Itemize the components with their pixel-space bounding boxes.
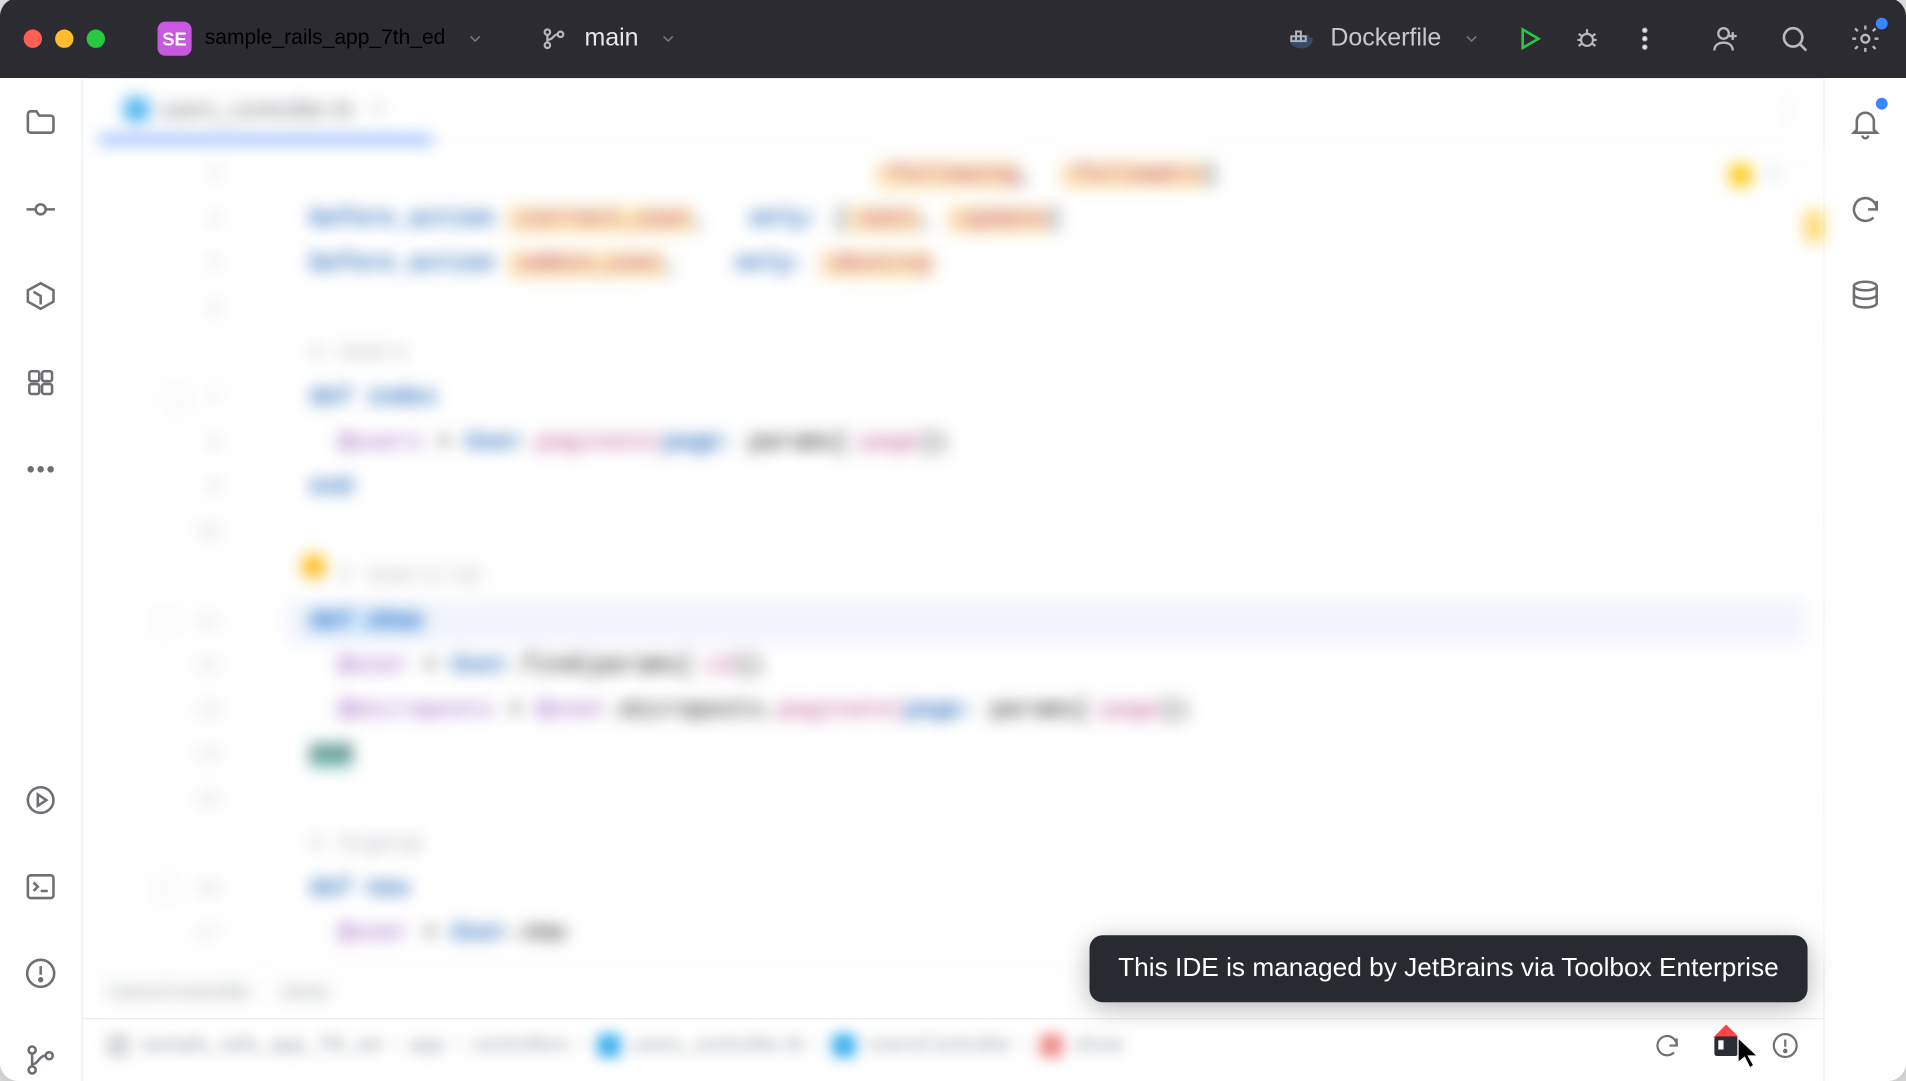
- branch-icon: [537, 20, 571, 54]
- status-bar-widgets: [1653, 1031, 1800, 1060]
- ruby-file-icon: [597, 1033, 621, 1057]
- services-tool-icon[interactable]: [20, 361, 62, 403]
- run-config-selector[interactable]: Dockerfile: [1283, 20, 1488, 54]
- folder-icon: [106, 1033, 130, 1057]
- branch-name: main: [584, 23, 638, 52]
- notification-badge-dot: [1876, 97, 1888, 109]
- editor-tabs: users_controller.rb ✕ ⋮: [83, 78, 1824, 142]
- fold-icon[interactable]: [153, 609, 177, 633]
- chevron-down-icon: [652, 20, 686, 54]
- commit-tool-icon[interactable]: [20, 188, 62, 230]
- run-toolbar: Dockerfile: [1283, 20, 1662, 54]
- terminal-tool-icon[interactable]: [20, 865, 62, 907]
- problems-status-icon[interactable]: [1771, 1031, 1800, 1060]
- nav-item[interactable]: sample_rails_app_7th_ed: [140, 1033, 381, 1057]
- breadcrumb-item[interactable]: show: [280, 981, 329, 1005]
- ai-assistant-icon[interactable]: [1844, 188, 1886, 230]
- inspections-widget[interactable]: 9 ˆ ˇ: [1730, 152, 1810, 197]
- close-window-button[interactable]: [24, 28, 42, 46]
- project-name: sample_rails_app_7th_ed: [205, 26, 446, 50]
- editor[interactable]: 3 4 5 6 7 8 9 10 11 12 13 14 1: [83, 142, 1824, 966]
- docker-icon: [1283, 20, 1317, 54]
- sync-status-icon[interactable]: [1653, 1031, 1682, 1060]
- tab-overflow-icon[interactable]: ⋮: [1771, 92, 1800, 126]
- titlebar: SE sample_rails_app_7th_ed main: [0, 0, 1906, 78]
- problems-tool-icon[interactable]: [20, 952, 62, 994]
- breadcrumb-item[interactable]: UsersController: [106, 981, 252, 1005]
- nav-item[interactable]: UsersController: [866, 1033, 1012, 1057]
- tooltip: This IDE is managed by JetBrains via Too…: [1089, 935, 1807, 1002]
- run-tool-icon[interactable]: [20, 779, 62, 821]
- project-badge: SE: [158, 20, 192, 54]
- nav-item[interactable]: show: [1074, 1033, 1123, 1057]
- settings-badge-dot: [1876, 17, 1888, 29]
- navigation-bar: sample_rails_app_7th_ed› app› controller…: [83, 1017, 1824, 1071]
- right-tool-rail: [1823, 78, 1906, 1081]
- database-tool-icon[interactable]: [1844, 274, 1886, 316]
- project-selector[interactable]: SE sample_rails_app_7th_ed: [158, 20, 493, 54]
- search-icon[interactable]: [1777, 20, 1811, 54]
- inspection-count: 9: [1767, 152, 1779, 197]
- warning-icon: [1730, 164, 1751, 185]
- fold-icon[interactable]: [153, 877, 177, 901]
- active-tab-indicator: [98, 137, 433, 142]
- vcs-tool-icon[interactable]: [20, 1038, 62, 1080]
- debug-button[interactable]: [1570, 20, 1604, 54]
- minimize-window-button[interactable]: [55, 28, 73, 46]
- gutter: 3 4 5 6 7 8 9 10 11 12 13 14 1: [83, 142, 286, 966]
- fold-icon[interactable]: [166, 386, 190, 410]
- code-area[interactable]: 9 ˆ ˇ :following, :followers] before_act…: [286, 142, 1823, 966]
- settings-icon[interactable]: [1848, 20, 1882, 54]
- structure-tool-icon[interactable]: [20, 274, 62, 316]
- nav-item[interactable]: controllers: [472, 1033, 569, 1057]
- ruby-file-icon: [125, 97, 149, 121]
- method-icon: [1040, 1033, 1064, 1057]
- nav-item[interactable]: users_controller.rb: [631, 1033, 804, 1057]
- run-button[interactable]: [1512, 20, 1546, 54]
- intention-bulb-icon[interactable]: [302, 554, 326, 578]
- code-with-me-icon[interactable]: [1706, 20, 1740, 54]
- window-controls: [24, 28, 105, 46]
- nav-item[interactable]: app: [409, 1033, 444, 1057]
- error-stripe[interactable]: [1805, 142, 1823, 966]
- run-config-name: Dockerfile: [1330, 23, 1441, 52]
- editor-area: users_controller.rb ✕ ⋮ 3 4 5 6 7 8: [83, 78, 1824, 1081]
- more-tools-icon[interactable]: [20, 448, 62, 490]
- chevron-down-icon: [1454, 20, 1488, 54]
- class-icon: [832, 1033, 856, 1057]
- tab-filename: users_controller.rb: [159, 95, 353, 123]
- git-branch-selector[interactable]: main: [537, 20, 686, 54]
- left-tool-rail: [0, 78, 83, 1081]
- editor-tab[interactable]: users_controller.rb ✕: [106, 83, 405, 134]
- more-actions-button[interactable]: [1628, 20, 1662, 54]
- project-tool-icon[interactable]: [20, 101, 62, 143]
- mouse-cursor: [1737, 1036, 1761, 1070]
- zoom-window-button[interactable]: [87, 28, 105, 46]
- close-tab-icon[interactable]: ✕: [369, 96, 387, 122]
- notifications-icon[interactable]: [1844, 101, 1886, 143]
- chevron-down-icon: [458, 20, 492, 54]
